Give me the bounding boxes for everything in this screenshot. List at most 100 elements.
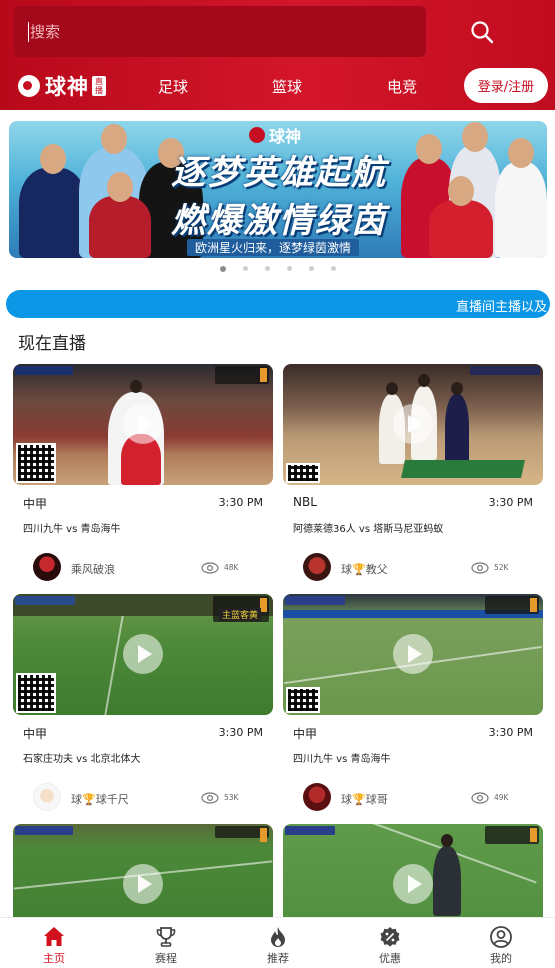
trophy-icon (156, 927, 176, 947)
discount-icon (380, 927, 400, 947)
stream-thumbnail[interactable] (283, 364, 543, 485)
app-header: 搜索 球神 直播 足球 篮球 电竞 登录/注册 (0, 0, 555, 110)
carousel-dot[interactable] (286, 266, 292, 271)
tab-label: 优惠 (379, 952, 401, 965)
score-box (485, 826, 539, 844)
nav-tab-esports[interactable]: 电竞 (387, 76, 417, 97)
qr-code (286, 463, 320, 483)
announcement-marquee[interactable]: 直播间主播以及 (6, 290, 550, 318)
tab-profile[interactable]: 我的 (471, 918, 531, 968)
carousel-dot[interactable] (242, 266, 248, 271)
banner-player (19, 144, 87, 258)
flame-icon (271, 927, 285, 947)
login-register-button[interactable]: 登录/注册 (464, 68, 548, 103)
play-icon[interactable] (123, 634, 163, 674)
play-icon[interactable] (393, 404, 433, 444)
score-overlay (15, 596, 75, 605)
section-title-live: 现在直播 (18, 334, 86, 354)
qr-code (16, 443, 56, 483)
stream-thumbnail[interactable] (283, 594, 543, 715)
search-icon[interactable] (468, 18, 500, 48)
brand-logo[interactable]: 球神 直播 (18, 70, 106, 102)
carousel-dot[interactable] (330, 266, 336, 271)
carousel-dot[interactable] (264, 266, 270, 271)
score-overlay (15, 826, 73, 835)
tab-schedule[interactable]: 赛程 (136, 918, 196, 968)
pitch-line (104, 616, 124, 715)
play-icon[interactable] (123, 404, 163, 444)
qr-code (16, 673, 56, 713)
home-icon (44, 927, 64, 946)
banner-headline-1: 逐梦英雄起航 (171, 153, 387, 193)
anchor-name[interactable]: 球🏆球千尺 (71, 791, 129, 807)
match-time: 3:30 PM (218, 496, 263, 509)
view-count: 48K (224, 563, 239, 572)
carousel-dot[interactable] (308, 266, 314, 271)
nav-tab-football[interactable]: 足球 (158, 76, 188, 97)
qr-code (286, 687, 320, 713)
score-box (485, 596, 539, 614)
tab-recommend[interactable]: 推荐 (248, 918, 308, 968)
view-count: 49K (494, 793, 509, 802)
banner-player (495, 138, 547, 258)
tab-label: 我的 (490, 952, 512, 965)
match-title: 四川九牛 vs 青岛海牛 (293, 754, 391, 765)
banner-player (89, 172, 151, 258)
eye-icon (471, 562, 489, 574)
carousel-dot[interactable] (219, 265, 226, 272)
match-title: 石家庄功夫 vs 北京北体大 (23, 754, 141, 765)
logo-text: 球神 (45, 74, 89, 99)
logo-ball-icon (18, 75, 40, 97)
banner-headline-2: 燃爆激情绿茵 (171, 201, 387, 241)
score-box (215, 826, 269, 842)
marquee-text: 直播间主播以及 (456, 300, 548, 315)
match-time: 3:30 PM (488, 496, 533, 509)
avatar[interactable] (33, 783, 61, 811)
play-icon[interactable] (393, 634, 433, 674)
eye-icon (471, 792, 489, 804)
score-overlay (470, 366, 540, 375)
match-title: 阿德莱德36人 vs 塔斯马尼亚蚂蚁 (293, 524, 444, 535)
tab-home[interactable]: 主页 (24, 918, 84, 968)
anchor-name[interactable]: 球🏆球哥 (341, 791, 388, 807)
thumb-player (433, 834, 461, 916)
text-caret (28, 21, 29, 42)
view-count: 53K (224, 793, 239, 802)
logo-badge: 直播 (92, 76, 106, 96)
banner-subtitle: 欧洲星火归来，逐梦绿茵激情 (187, 239, 360, 256)
eye-icon (201, 562, 219, 574)
bottom-tab-bar: 主页 赛程 推荐 优惠 我的 (0, 917, 555, 968)
banner-logo-text: 球神 (269, 127, 302, 146)
search-input[interactable]: 搜索 (14, 6, 426, 57)
tab-label: 赛程 (155, 952, 177, 965)
league-name: NBL (293, 495, 317, 509)
promo-banner[interactable]: 球神 逐梦英雄起航 燃爆激情绿茵 欧洲星火归来，逐梦绿茵激情 (9, 121, 547, 258)
play-icon[interactable] (123, 864, 163, 904)
anchor-name[interactable]: 球🏆教父 (341, 561, 388, 577)
score-overlay (285, 596, 345, 605)
view-count: 52K (494, 563, 509, 572)
match-title: 四川九牛 vs 青岛海牛 (23, 524, 121, 535)
tab-promotions[interactable]: 优惠 (360, 918, 420, 968)
tab-label: 主页 (43, 952, 65, 965)
stream-thumbnail[interactable] (13, 364, 273, 485)
avatar[interactable] (33, 553, 61, 581)
avatar[interactable] (303, 783, 331, 811)
match-time: 3:30 PM (218, 726, 263, 739)
play-icon[interactable] (393, 864, 433, 904)
league-name: 中甲 (293, 727, 318, 741)
logo-ball-icon (249, 127, 265, 143)
banner-logo: 球神 (249, 123, 301, 147)
score-box (215, 366, 269, 384)
anchor-name[interactable]: 乘风破浪 (71, 561, 115, 577)
court-sponsor (401, 460, 525, 478)
carousel-indicators (0, 265, 555, 272)
score-overlay (15, 366, 73, 375)
nav-tab-basketball[interactable]: 篮球 (272, 76, 302, 97)
league-name: 中甲 (23, 727, 48, 741)
stream-thumbnail[interactable]: 主蓝客黄 (13, 594, 273, 715)
search-placeholder: 搜索 (30, 23, 61, 41)
avatar[interactable] (303, 553, 331, 581)
kit-tag: 主蓝客黄 (218, 608, 261, 621)
match-time: 3:30 PM (488, 726, 533, 739)
